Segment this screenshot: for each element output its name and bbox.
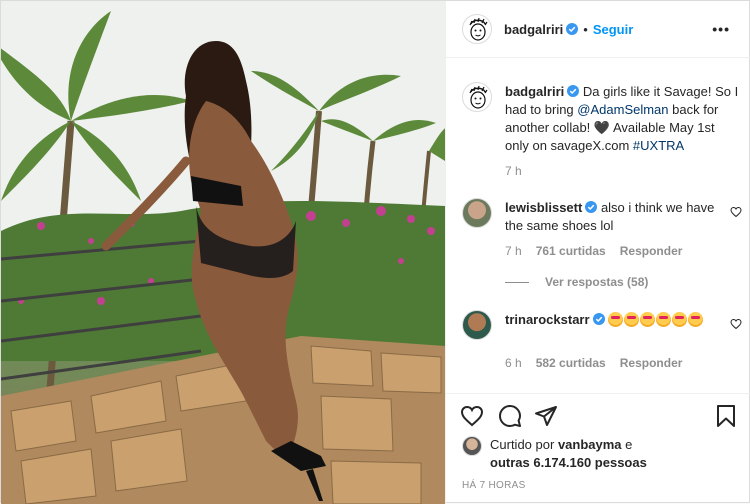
heart-icon[interactable] — [730, 206, 742, 218]
comments-list: badgalriri Da girls like it Savage! So I… — [446, 58, 750, 393]
liker-avatar[interactable] — [462, 436, 482, 456]
verified-badge-icon — [585, 201, 598, 213]
sketch-face-icon — [469, 85, 488, 109]
heart-eyes-emoji-icon — [672, 312, 688, 327]
verified-badge-icon — [592, 313, 605, 325]
caption-username[interactable]: badgalriri — [505, 84, 564, 99]
heart-eyes-emoji-icon — [608, 312, 624, 327]
comment-likes[interactable]: 761 curtidas — [536, 244, 606, 258]
commenter-username[interactable]: lewisblissett — [505, 200, 582, 215]
heart-eyes-emoji-icon — [656, 312, 672, 327]
comment-emoji-row — [608, 312, 704, 327]
comment-time[interactable]: 6 h — [505, 356, 522, 370]
commenter-avatar[interactable] — [462, 198, 492, 228]
caption-row: badgalriri Da girls like it Savage! So I… — [462, 82, 742, 182]
comment-meta: 7 h 761 curtidas Responder — [505, 244, 682, 258]
comment-time[interactable]: 7 h — [505, 244, 522, 258]
share-icon[interactable] — [534, 404, 558, 428]
caption-meta: 7 h — [505, 164, 522, 178]
post-header: badgalriri • Seguir ••• — [446, 1, 750, 58]
comment-meta: 6 h 582 curtidas Responder — [505, 356, 682, 370]
verified-badge-icon — [566, 23, 579, 35]
liked-by-prefix: Curtido por — [490, 437, 555, 452]
comment-row: trinarockstarr 6 h 582 curtidas Responde… — [462, 310, 742, 390]
author-avatar[interactable] — [462, 14, 492, 44]
heart-eyes-emoji-icon — [640, 312, 656, 327]
caption-time[interactable]: 7 h — [505, 164, 522, 178]
comment-likes[interactable]: 582 curtidas — [536, 356, 606, 370]
likes-count-link[interactable]: outras 6.174.160 pessoas — [490, 455, 647, 470]
sketch-face-icon — [469, 17, 488, 41]
comment-row: lewisblissett also i think we have the s… — [462, 198, 742, 298]
follow-button[interactable]: Seguir — [593, 22, 633, 37]
more-options-icon[interactable]: ••• — [712, 21, 730, 37]
caption-mention-link[interactable]: @AdamSelman — [577, 102, 668, 117]
liker-username[interactable]: vanbayma — [558, 437, 622, 452]
comment-icon[interactable] — [498, 404, 522, 428]
post-photo[interactable] — [1, 1, 445, 504]
verified-badge-icon — [567, 85, 580, 97]
comment-text: trinarockstarr — [505, 311, 718, 329]
instagram-post: badgalriri • Seguir ••• badgalriri Da gi… — [0, 0, 750, 504]
replies-divider — [505, 281, 529, 283]
post-side-panel: badgalriri • Seguir ••• badgalriri Da gi… — [445, 1, 750, 504]
commenter-username[interactable]: trinarockstarr — [505, 312, 590, 327]
liked-by-middle: e — [625, 437, 633, 452]
commenter-avatar[interactable] — [462, 310, 492, 340]
bookmark-icon[interactable] — [714, 404, 738, 428]
caption-text: badgalriri Da girls like it Savage! So I… — [505, 83, 742, 155]
heart-icon[interactable] — [460, 404, 484, 428]
comment-text: lewisblissett also i think we have the s… — [505, 199, 718, 235]
reply-button[interactable]: Responder — [620, 356, 683, 370]
author-username[interactable]: badgalriri — [504, 22, 563, 37]
heart-eyes-emoji-icon — [688, 312, 704, 327]
heart-eyes-emoji-icon — [624, 312, 640, 327]
view-replies-label: Ver respostas (58) — [545, 275, 649, 289]
post-action-bar — [446, 393, 750, 437]
liked-by-text: Curtido por vanbayma e outras 6.174.160 … — [490, 436, 647, 472]
heart-icon[interactable] — [730, 318, 742, 330]
separator-dot: • — [583, 21, 588, 37]
liked-by: Curtido por vanbayma e outras 6.174.160 … — [462, 435, 742, 475]
post-timestamp[interactable]: HÁ 7 HORAS — [462, 480, 526, 491]
caption-hashtag-link[interactable]: #UXTRA — [633, 138, 684, 153]
photo-scene — [1, 1, 445, 504]
reply-button[interactable]: Responder — [620, 244, 683, 258]
view-replies-button[interactable]: Ver respostas (58) — [505, 275, 648, 289]
caption-avatar[interactable] — [462, 82, 492, 112]
